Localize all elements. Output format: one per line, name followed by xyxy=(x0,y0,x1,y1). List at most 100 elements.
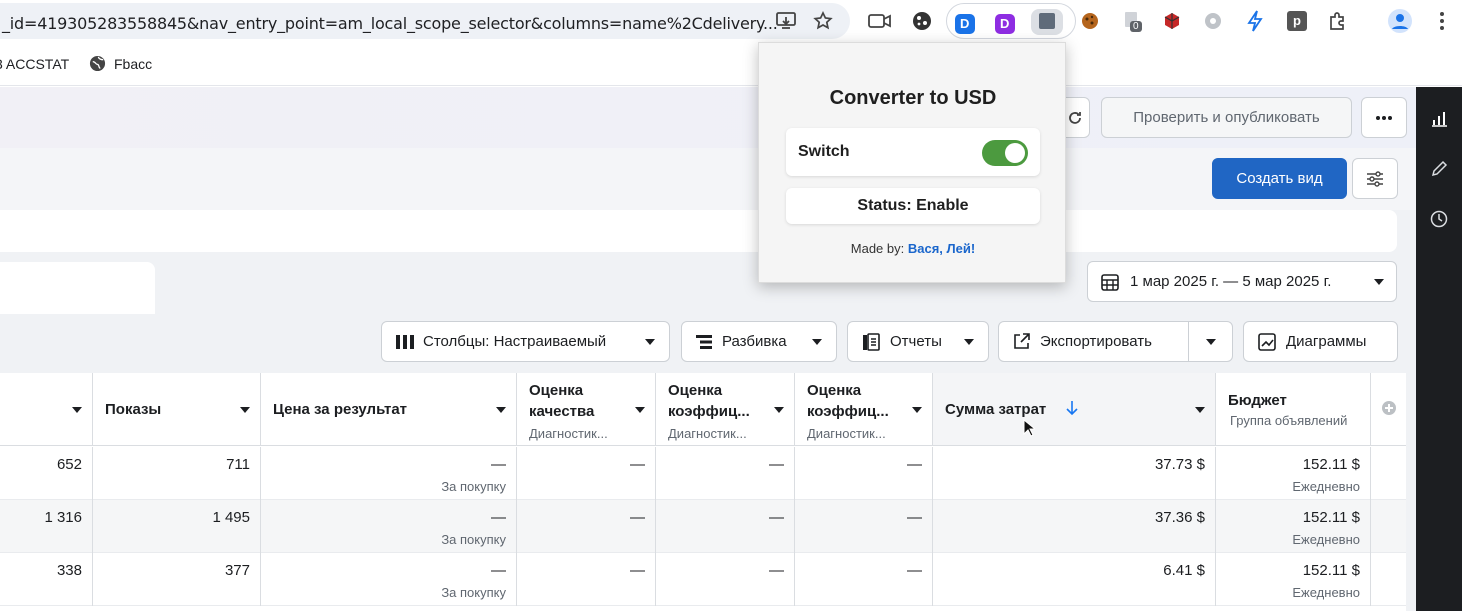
breakdown-label: Разбивка xyxy=(722,333,787,350)
extension-badge-icon[interactable]: 0 xyxy=(1120,9,1144,33)
table-cell-impressions: 1 495 xyxy=(93,500,261,553)
lightning-extension-icon[interactable] xyxy=(1243,9,1267,33)
cell-value: — xyxy=(630,456,645,473)
table-cell-spend: 37.73 $ xyxy=(933,447,1216,500)
table-cell-budget: 152.11 $ Ежедневно xyxy=(1216,447,1371,500)
sort-dropdown-icon[interactable] xyxy=(240,407,250,413)
table-cell-reach: 652 xyxy=(0,447,93,500)
table-cell-q1: — xyxy=(517,500,656,553)
red-cube-extension-icon[interactable] xyxy=(1160,9,1184,33)
cookie-editor-icon[interactable] xyxy=(1078,9,1102,33)
bookmark-fbacc[interactable]: Fbacc xyxy=(114,56,152,72)
search-filter-bar[interactable] xyxy=(0,210,1397,252)
performance-chart-icon[interactable] xyxy=(1429,109,1449,129)
table-cell-q2: — xyxy=(656,447,795,500)
table-cell-q3: — xyxy=(795,500,933,553)
cell-value: — xyxy=(907,509,922,526)
extensions-puzzle-icon[interactable] xyxy=(1326,9,1350,33)
review-publish-button[interactable]: Проверить и опубликовать xyxy=(1101,97,1352,138)
table-row[interactable]: 652 711 — За покупку — — — 37.73 $ 152.11 $ Ежедн… xyxy=(0,447,1406,500)
table-row[interactable]: 338 377 — За покупку — — — 6.41 $ 152.11 $ Ежедне… xyxy=(0,553,1406,606)
cell-value: 152.11 $ xyxy=(1302,456,1360,473)
more-options-button[interactable] xyxy=(1361,97,1407,138)
reports-icon xyxy=(862,332,880,351)
sort-dropdown-icon[interactable] xyxy=(1195,407,1205,413)
table-cell-impressions: 711 xyxy=(93,447,261,500)
bookmarks-bar: 3 ACCSTAT Fbacc xyxy=(0,42,1462,86)
column-header-reach[interactable] xyxy=(0,373,93,446)
cell-value: 152.11 $ xyxy=(1302,509,1360,526)
profile-avatar-icon[interactable] xyxy=(1388,9,1412,33)
cell-value: 1 495 xyxy=(212,509,250,526)
address-bar[interactable]: _id=419305283558845&nav_entry_point=am_l… xyxy=(0,3,850,39)
made-by-authors-link[interactable]: Вася, Лей! xyxy=(908,241,975,256)
sort-dropdown-icon[interactable] xyxy=(496,407,506,413)
url-text[interactable]: _id=419305283558845&nav_entry_point=am_l… xyxy=(2,14,778,33)
table-row[interactable]: 1 316 1 495 — За покупку — — — 37.36 $ 152.11 $ Е… xyxy=(0,500,1406,553)
cell-value: — xyxy=(491,562,506,579)
cell-subtext: Ежедневно xyxy=(1292,532,1360,547)
table-cell-reach: 338 xyxy=(0,553,93,606)
export-button[interactable]: Экспортировать xyxy=(998,321,1189,362)
mouse-cursor-icon xyxy=(1023,418,1037,442)
level-tab[interactable] xyxy=(0,262,155,314)
table-cell-empty xyxy=(1371,447,1406,500)
column-header-engagement-ranking[interactable]: Оценка коэффиц... Диагностик... xyxy=(656,373,795,446)
extension-d-purple-icon[interactable]: D xyxy=(995,14,1015,34)
cell-subtext: За покупку xyxy=(441,532,506,547)
sort-dropdown-icon[interactable] xyxy=(912,407,922,413)
sort-dropdown-icon[interactable] xyxy=(635,407,645,413)
columns-dropdown[interactable]: Столбцы: Настраиваемый xyxy=(381,321,670,362)
table-cell-cpr: — За покупку xyxy=(261,447,517,500)
table-cell-empty xyxy=(1371,500,1406,553)
plus-circle-icon xyxy=(1381,400,1397,421)
column-header-quality-ranking[interactable]: Оценка качества Диагностик... xyxy=(517,373,656,446)
p-extension-icon[interactable]: p xyxy=(1285,9,1309,33)
cell-value: 338 xyxy=(56,562,82,579)
date-range-label: 1 мар 2025 г. — 5 мар 2025 г. xyxy=(1130,273,1332,290)
add-column-button[interactable] xyxy=(1371,373,1406,446)
cell-subtext: Ежедневно xyxy=(1292,585,1360,600)
sliders-icon xyxy=(1367,170,1383,187)
cookie-extension-icon[interactable] xyxy=(910,9,934,33)
reports-dropdown[interactable]: Отчеты xyxy=(847,321,989,362)
cell-value: 711 xyxy=(226,456,250,473)
column-header-amount-spent[interactable]: Сумма затрат xyxy=(933,373,1216,446)
column-header-impressions[interactable]: Показы xyxy=(93,373,261,446)
reports-label: Отчеты xyxy=(890,333,942,350)
columns-label: Столбцы: Настраиваемый xyxy=(423,333,607,350)
charts-button[interactable]: Диаграммы xyxy=(1243,321,1398,362)
sort-dropdown-icon[interactable] xyxy=(774,407,784,413)
bookmark-accstat[interactable]: 3 ACCSTAT xyxy=(0,56,69,72)
cell-value: — xyxy=(630,562,645,579)
table-cell-reach: 1 316 xyxy=(0,500,93,553)
table-cell-spend: 6.41 $ xyxy=(933,553,1216,606)
column-header-budget[interactable]: Бюджет Группа объявлений xyxy=(1216,373,1371,446)
gear-extension-icon[interactable] xyxy=(1201,9,1225,33)
date-range-picker[interactable]: 1 мар 2025 г. — 5 мар 2025 г. xyxy=(1087,261,1397,302)
right-side-panel xyxy=(1416,87,1462,611)
create-view-button[interactable]: Создать вид xyxy=(1212,158,1347,199)
column-header-conversion-ranking[interactable]: Оценка коэффиц... Диагностик... xyxy=(795,373,933,446)
camera-icon[interactable] xyxy=(868,9,892,33)
install-app-icon[interactable] xyxy=(774,9,798,33)
extension-d-blue-icon[interactable]: D xyxy=(955,14,975,34)
breakdown-dropdown[interactable]: Разбивка xyxy=(681,321,837,362)
extension-badge-count: 0 xyxy=(1130,21,1142,32)
cell-value: — xyxy=(907,456,922,473)
chevron-down-icon xyxy=(964,338,974,345)
pinned-extensions-group: D D xyxy=(946,3,1076,39)
converter-extension-active-icon[interactable] xyxy=(1031,9,1063,35)
edit-pencil-icon[interactable] xyxy=(1429,159,1449,179)
export-options-dropdown[interactable] xyxy=(1188,321,1233,362)
sort-dropdown-icon[interactable] xyxy=(72,407,82,413)
view-settings-button[interactable] xyxy=(1352,158,1398,199)
sort-descending-arrow-icon[interactable] xyxy=(1066,400,1078,421)
history-clock-icon[interactable] xyxy=(1429,209,1449,229)
browser-menu-kebab-icon[interactable] xyxy=(1430,9,1454,33)
table-cell-q2: — xyxy=(656,553,795,606)
converter-toggle[interactable] xyxy=(982,140,1028,166)
bookmark-star-icon[interactable] xyxy=(811,9,835,33)
columns-icon xyxy=(396,334,414,350)
column-header-cost-per-result[interactable]: Цена за результат xyxy=(261,373,517,446)
